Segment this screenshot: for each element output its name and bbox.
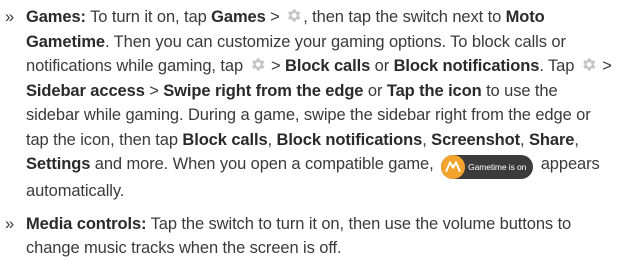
- settings-label: Settings: [26, 155, 91, 173]
- text: . Tap: [539, 57, 579, 75]
- list-item-games: » Games: To turn it on, tap Games > , th…: [3, 5, 613, 204]
- text: ,: [520, 130, 530, 149]
- text: To turn it on, tap: [85, 8, 212, 26]
- gametime-badge: Gametime is on: [441, 155, 534, 179]
- gear-icon: [582, 58, 596, 71]
- motorola-logo-icon: [441, 155, 466, 179]
- text: , then tap the switch next to: [303, 8, 506, 26]
- share-label: Share: [529, 130, 575, 149]
- swipe-right-label: Swipe right from the edge: [163, 81, 364, 100]
- bullet-marker: »: [5, 214, 15, 233]
- games-paragraph: Games: To turn it on, tap Games > , then…: [26, 5, 613, 204]
- bullet-marker: »: [5, 8, 15, 26]
- text: or: [363, 81, 387, 100]
- block-notifications-label: Block notifications: [393, 57, 540, 75]
- gear-icon: [288, 9, 301, 22]
- text: ,: [422, 130, 432, 149]
- block-calls-label: Block calls: [285, 57, 371, 75]
- games-label: Games: [211, 8, 266, 26]
- sidebar-access-label: Sidebar access: [26, 81, 145, 100]
- text: ,: [574, 130, 579, 149]
- media-controls-heading: Media controls:: [26, 214, 147, 233]
- text: ,: [267, 130, 277, 149]
- block-calls-label: Block calls: [182, 130, 268, 149]
- motorola-logo-mark: [445, 161, 461, 172]
- text: >: [265, 8, 285, 26]
- block-notifications-label: Block notifications: [276, 130, 423, 149]
- text: >: [266, 57, 286, 75]
- feature-list: » Games: To turn it on, tap Games > , th…: [3, 5, 613, 269]
- games-heading: Games:: [26, 8, 86, 26]
- media-controls-paragraph: Media controls: Tap the switch to turn i…: [26, 212, 613, 261]
- list-item-media-controls: » Media controls: Tap the switch to turn…: [3, 212, 613, 261]
- text: >: [597, 57, 612, 75]
- gear-icon: [251, 58, 264, 71]
- tap-icon-label: Tap the icon: [386, 81, 482, 100]
- text: or: [370, 57, 394, 75]
- text: >: [144, 81, 164, 100]
- screenshot-label: Screenshot: [431, 130, 521, 149]
- text: and more. When you open a compatible gam…: [90, 155, 439, 173]
- gametime-badge-label: Gametime is on: [468, 162, 527, 172]
